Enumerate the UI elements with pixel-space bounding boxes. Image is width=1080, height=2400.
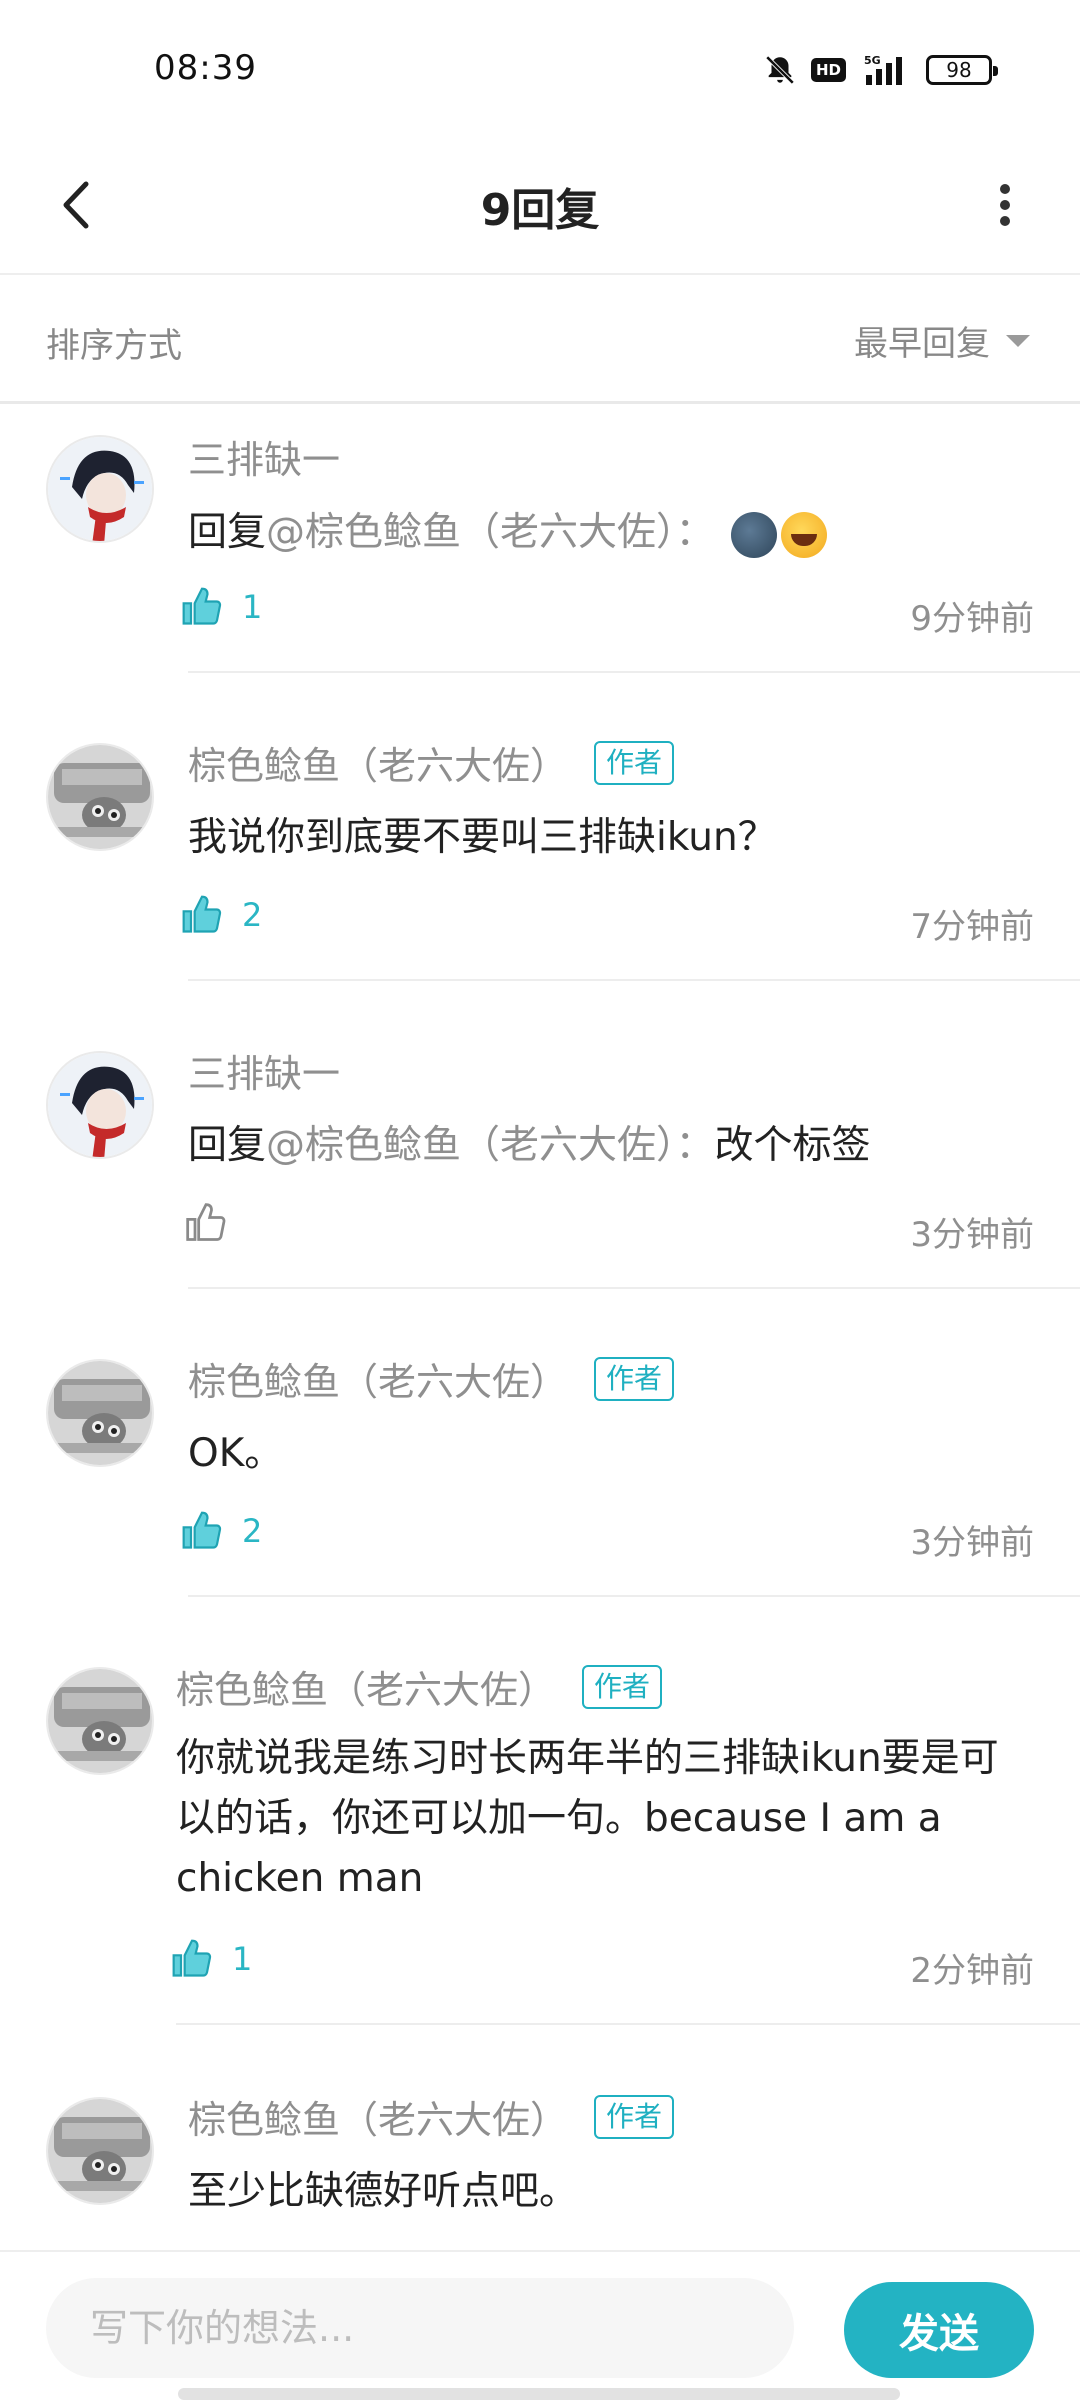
author-name: 棕色鲶鱼（老六大佐）	[188, 1360, 569, 1404]
comment-time: 9分钟前	[910, 599, 1034, 639]
hd-icon: HD	[810, 58, 846, 82]
divider	[188, 979, 1080, 981]
moon-face-emoji-icon	[730, 511, 777, 558]
author-badge: 作者	[582, 1664, 663, 1709]
like-button[interactable]	[184, 1201, 246, 1245]
comment-time: 3分钟前	[910, 1523, 1034, 1563]
avatar[interactable]	[46, 1359, 154, 1467]
like-count: 2	[242, 896, 263, 934]
page-title: 9回复	[480, 185, 600, 236]
header: 9回复	[0, 140, 1080, 275]
comment-time: 7分钟前	[910, 907, 1034, 947]
avatar[interactable]	[46, 1051, 154, 1159]
comment-author[interactable]: 棕色鲶鱼（老六大佐） 作者	[188, 735, 675, 790]
avatar-image	[48, 745, 152, 849]
mention-link[interactable]: @棕色鲶鱼（老六大佐）：	[266, 510, 715, 555]
mute-bell-icon	[765, 55, 795, 85]
author-badge: 作者	[594, 1356, 675, 1401]
thumbs-up-icon	[182, 895, 222, 933]
mention-link[interactable]: @棕色鲶鱼（老六大佐）：	[266, 1123, 715, 1168]
battery-level: 98	[946, 58, 972, 82]
sort-label: 排序方式	[46, 326, 182, 366]
comment-item: 棕色鲶鱼（老六大佐） 作者 OK。 2 3分钟前	[0, 1329, 1080, 1597]
thumbs-up-icon	[182, 587, 222, 625]
status-icons: HD 5G 98	[763, 52, 998, 88]
divider	[176, 2023, 1080, 2025]
reply-prefix: 回复	[188, 1123, 267, 1168]
comment-text: 我说你到底要不要叫三排缺ikun？	[188, 815, 777, 860]
gesture-navigation-bar[interactable]	[178, 2388, 900, 2400]
reply-input[interactable]	[46, 2278, 794, 2378]
comment-time: 3分钟前	[910, 1215, 1034, 1255]
comment-author[interactable]: 棕色鲶鱼（老六大佐） 作者	[188, 2089, 675, 2144]
divider	[188, 671, 1080, 673]
comment-text: 至少比缺德好听点吧。	[188, 2169, 579, 2214]
send-button[interactable]: 发送	[844, 2282, 1034, 2378]
reply-body: 改个标签	[714, 1123, 871, 1168]
reply-input-bar: 发送	[0, 2250, 1080, 2400]
avatar-image	[48, 1669, 152, 1773]
comment-author[interactable]: 三排缺一	[188, 1043, 340, 1098]
divider	[188, 1595, 1080, 1597]
like-button[interactable]: 2	[180, 1509, 262, 1553]
rolling-laughing-emoji-icon	[780, 511, 827, 558]
comment-time: 2分钟前	[910, 1951, 1034, 1991]
avatar-image	[48, 2099, 152, 2203]
comment-item: 棕色鲶鱼（老六大佐） 作者 我说你到底要不要叫三排缺ikun？ 2 7分钟前	[0, 713, 1080, 981]
thumbs-up-icon	[182, 1511, 222, 1549]
author-badge: 作者	[594, 2094, 675, 2139]
like-count: 1	[242, 588, 263, 626]
more-options-button[interactable]	[970, 170, 1040, 240]
author-name: 三排缺一	[188, 1052, 341, 1096]
like-count: 2	[242, 1512, 263, 1550]
comment-text: 回复@棕色鲶鱼（老六大佐）：改个标签	[188, 1116, 1048, 1176]
avatar[interactable]	[46, 2097, 154, 2205]
author-name: 三排缺一	[188, 438, 341, 482]
author-name: 棕色鲶鱼（老六大佐）	[188, 2098, 569, 2142]
like-count: 1	[232, 1940, 253, 1978]
sort-bar: 排序方式 最早回复	[0, 276, 1080, 404]
author-name: 棕色鲶鱼（老六大佐）	[176, 1668, 557, 1712]
like-button[interactable]: 2	[180, 893, 262, 937]
comment-author[interactable]: 棕色鲶鱼（老六大佐） 作者	[188, 1351, 675, 1406]
like-button[interactable]: 1	[180, 585, 262, 629]
comment-text: 回复@棕色鲶鱼（老六大佐）：	[188, 503, 1048, 563]
signal-5g-icon: 5G	[864, 54, 902, 85]
battery-icon: 98	[926, 55, 998, 85]
status-bar: 08:39 HD 5G 98	[0, 0, 1080, 140]
avatar[interactable]	[46, 435, 154, 543]
like-button[interactable]: 1	[170, 1937, 252, 1981]
sort-value: 最早回复	[854, 324, 990, 364]
comment-item: 三排缺一 回复@棕色鲶鱼（老六大佐）： 1 9分钟前	[0, 405, 1080, 673]
avatar[interactable]	[46, 743, 154, 851]
comment-item: 三排缺一 回复@棕色鲶鱼（老六大佐）：改个标签 3分钟前	[0, 1021, 1080, 1289]
avatar-image	[48, 1361, 152, 1465]
thumbs-up-icon	[172, 1939, 212, 1977]
thumbs-up-outline-icon	[186, 1203, 226, 1241]
dropdown-triangle-icon	[1006, 334, 1030, 347]
comment-text: OK。	[188, 1431, 284, 1476]
comment-item: 棕色鲶鱼（老六大佐） 作者 至少比缺德好听点吧。	[0, 2067, 1080, 2250]
status-time: 08:39	[154, 48, 257, 88]
author-badge: 作者	[594, 740, 675, 785]
avatar-image	[48, 437, 152, 541]
author-name: 棕色鲶鱼（老六大佐）	[188, 744, 569, 788]
comment-author[interactable]: 棕色鲶鱼（老六大佐） 作者	[176, 1659, 663, 1714]
comment-author[interactable]: 三排缺一	[188, 429, 340, 484]
avatar-image	[48, 1053, 152, 1157]
divider	[188, 1287, 1080, 1289]
comment-text: 你就说我是练习时长两年半的三排缺ikun要是可以的话，你还可以加一句。becau…	[176, 1736, 999, 1901]
svg-text:5G: 5G	[864, 54, 881, 67]
reply-prefix: 回复	[188, 510, 267, 555]
comment-item: 棕色鲶鱼（老六大佐） 作者 你就说我是练习时长两年半的三排缺ikun要是可以的话…	[0, 1637, 1080, 2025]
avatar[interactable]	[46, 1667, 154, 1775]
sort-dropdown[interactable]: 最早回复	[854, 316, 1030, 365]
more-vertical-icon	[1000, 184, 1010, 226]
